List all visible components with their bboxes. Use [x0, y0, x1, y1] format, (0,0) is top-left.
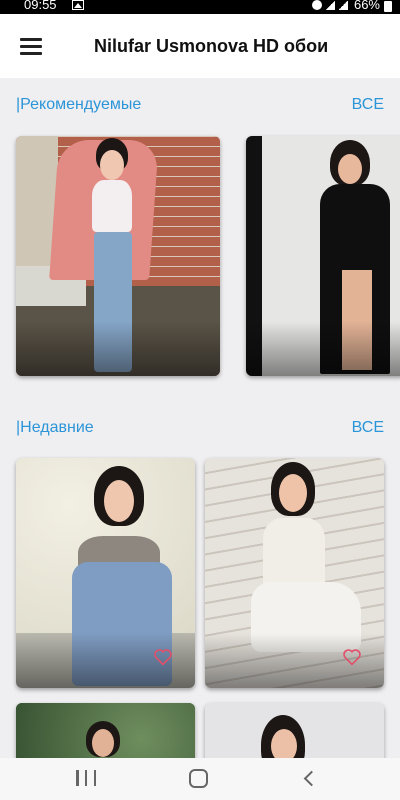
recent-apps-icon[interactable] — [76, 770, 96, 788]
wallpaper-card-recent-1[interactable] — [16, 458, 195, 688]
app-title: Nilufar Usmonova HD обои — [94, 36, 329, 56]
sync-icon — [312, 0, 322, 10]
wallpaper-card-recommended-2[interactable] — [246, 136, 400, 376]
image-icon — [72, 0, 84, 10]
cell-signal-icon — [339, 0, 348, 10]
home-icon[interactable] — [189, 769, 208, 788]
heart-icon[interactable] — [153, 648, 173, 666]
see-all-recent-button[interactable]: ВСЕ — [352, 419, 384, 437]
section-title-recent: |Недавние — [16, 419, 94, 436]
system-icons — [312, 0, 348, 10]
status-bar: 09:55 66% — [0, 0, 400, 14]
app-bar: Nilufar Usmonova HD обои — [0, 14, 400, 78]
battery-icon — [384, 1, 392, 12]
see-all-recommended-button[interactable]: ВСЕ — [352, 96, 384, 114]
section-header-recent: |Недавние ВСЕ — [16, 419, 384, 441]
status-time: 09:55 — [24, 0, 57, 12]
wifi-signal-icon — [326, 0, 335, 10]
section-title-recommended: |Рекомендуемые — [16, 96, 142, 113]
wallpaper-card-recommended-1[interactable] — [16, 136, 220, 376]
heart-icon[interactable] — [342, 648, 362, 666]
system-navigation-bar — [0, 758, 400, 800]
section-header-recommended: |Рекомендуемые ВСЕ — [16, 96, 384, 118]
back-icon[interactable] — [302, 771, 316, 785]
wallpaper-card-recent-2[interactable] — [205, 458, 384, 688]
hamburger-menu-icon[interactable] — [18, 36, 44, 56]
battery-percent: 66% — [353, 0, 380, 12]
